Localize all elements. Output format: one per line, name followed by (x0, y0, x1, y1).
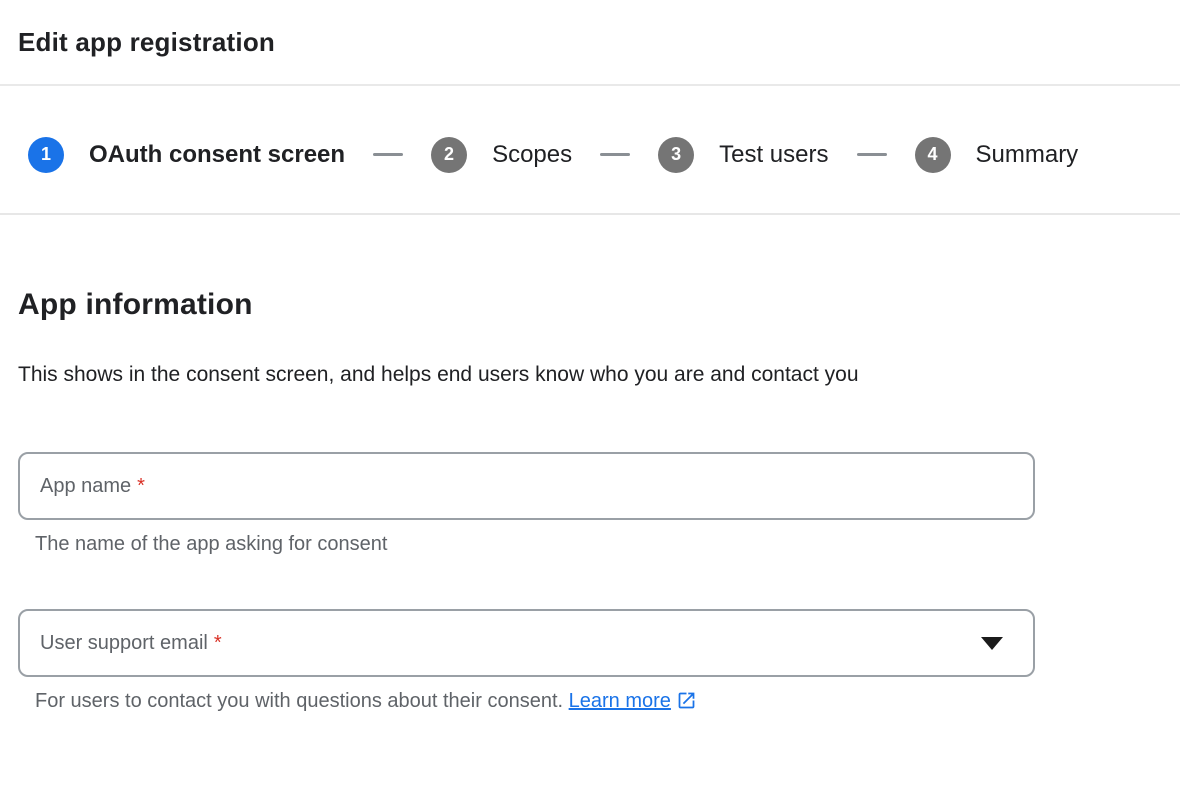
stepper-step-test-users[interactable]: 3 Test users (658, 137, 828, 173)
user-support-email-select[interactable]: User support email * (18, 609, 1035, 677)
step-4-badge-icon: 4 (915, 137, 951, 173)
main-content: App information This shows in the consen… (0, 288, 1180, 717)
helper-text: For users to contact you with questions … (35, 690, 563, 712)
step-connector (600, 153, 630, 156)
learn-more-label: Learn more (569, 690, 671, 712)
step-3-badge-icon: 3 (658, 137, 694, 173)
step-1-badge-icon: 1 (28, 137, 64, 173)
stepper-step-summary[interactable]: 4 Summary (915, 137, 1079, 173)
step-2-badge-icon: 2 (431, 137, 467, 173)
app-name-field-group: App name * The name of the app asking fo… (18, 452, 1180, 556)
external-link-icon (676, 690, 697, 717)
page-header: Edit app registration (0, 0, 1180, 86)
user-support-email-label: User support email (40, 632, 208, 655)
dropdown-arrow-icon (981, 637, 1003, 650)
section-description: This shows in the consent screen, and he… (18, 355, 1018, 395)
step-4-label: Summary (976, 141, 1079, 169)
required-asterisk: * (137, 475, 145, 498)
app-name-helper-text: The name of the app asking for consent (35, 533, 1180, 556)
user-support-email-helper-text: For users to contact you with questions … (35, 690, 1180, 717)
learn-more-link[interactable]: Learn more (569, 690, 697, 712)
app-name-label: App name (40, 475, 131, 498)
section-heading: App information (18, 288, 1180, 322)
step-2-label: Scopes (492, 141, 572, 169)
page-title: Edit app registration (18, 27, 275, 58)
required-asterisk: * (214, 632, 222, 655)
stepper-step-scopes[interactable]: 2 Scopes (431, 137, 572, 173)
user-support-email-field-group: User support email * For users to contac… (18, 609, 1180, 717)
step-1-label: OAuth consent screen (89, 141, 345, 169)
step-3-label: Test users (719, 141, 828, 169)
stepper: 1 OAuth consent screen 2 Scopes 3 Test u… (0, 86, 1180, 215)
step-connector (373, 153, 403, 156)
stepper-step-oauth-consent-screen[interactable]: 1 OAuth consent screen (28, 137, 345, 173)
app-name-input[interactable]: App name * (18, 452, 1035, 520)
step-connector (857, 153, 887, 156)
